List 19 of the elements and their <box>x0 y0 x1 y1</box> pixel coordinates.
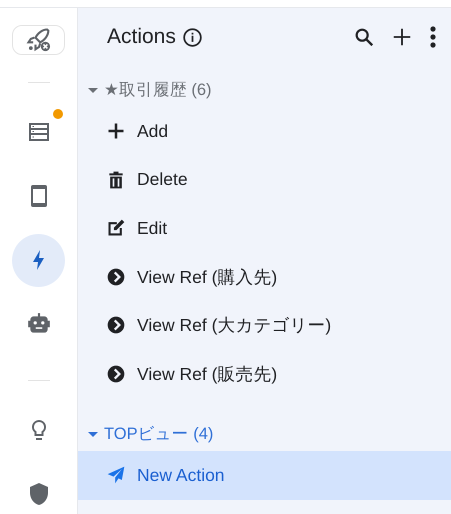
info-icon[interactable] <box>182 26 203 48</box>
send-icon <box>106 465 126 486</box>
panel-title: Actions <box>107 25 176 49</box>
rocket-icon[interactable] <box>24 26 52 54</box>
group-header[interactable]: ★取引履歴 (6) <box>78 73 451 107</box>
action-item[interactable]: New Action <box>78 451 451 500</box>
action-item[interactable]: Edit <box>78 204 451 252</box>
table-icon[interactable] <box>26 120 50 144</box>
action-item[interactable]: View Ref (大カテゴリー) <box>78 301 451 350</box>
action-item[interactable]: Delete <box>78 156 451 204</box>
plus-icon <box>106 121 126 142</box>
action-item[interactable]: Add <box>78 107 451 156</box>
action-item[interactable]: View Ref (販売先) <box>78 350 451 398</box>
group-header[interactable]: TOPビュー (4) <box>78 417 451 451</box>
edit-icon <box>106 218 126 238</box>
action-item[interactable]: View Ref (購入先) <box>78 252 451 301</box>
search-icon[interactable] <box>353 26 375 48</box>
more-icon[interactable] <box>429 25 437 49</box>
plus-icon[interactable] <box>391 26 413 48</box>
